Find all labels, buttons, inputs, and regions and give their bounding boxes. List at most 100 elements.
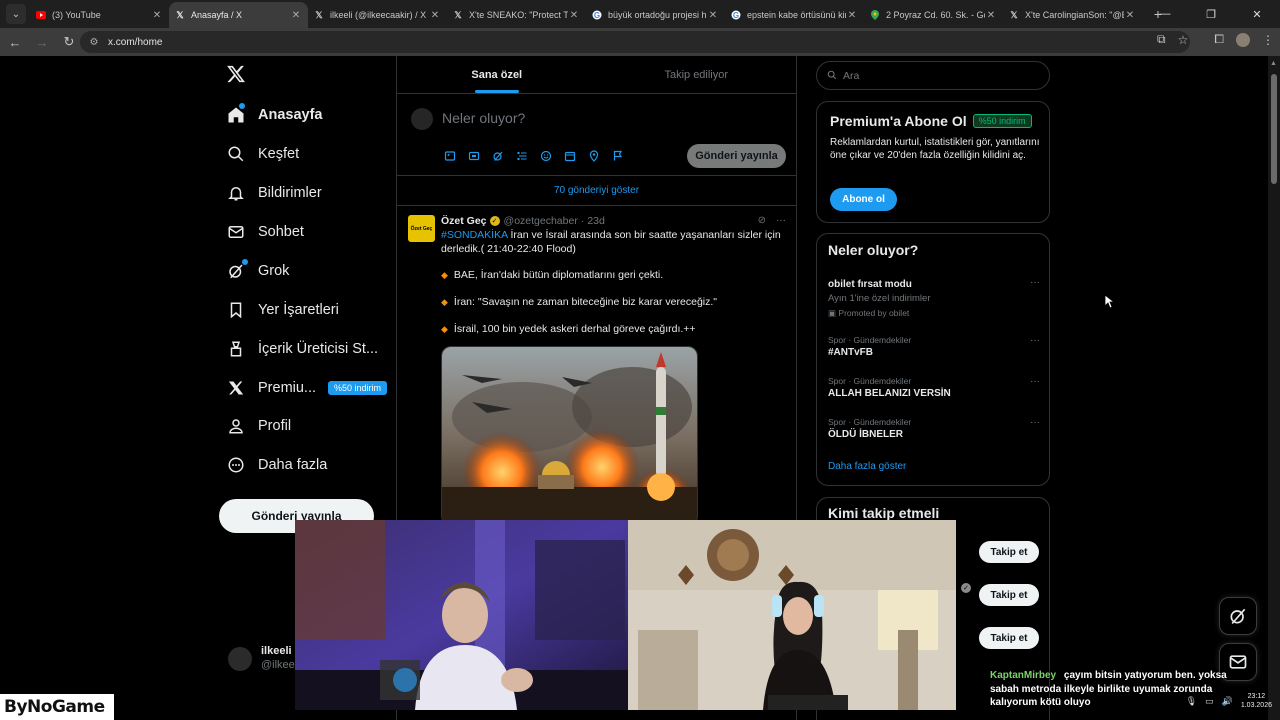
nav-item-premium[interactable]: Premiu... %50 indirim — [226, 371, 388, 405]
nav-item-notifications[interactable]: Bildirimler — [226, 176, 322, 210]
x-logo-icon[interactable] — [226, 64, 248, 90]
nav-item-more[interactable]: Daha fazla — [226, 448, 327, 482]
address-bar[interactable]: ⚙ x.com/home — [80, 31, 1190, 53]
tab-title: ilkeeli (@ilkeecaakir) / X — [330, 10, 427, 20]
browser-tab-strip: ⌄ (3) YouTube ✕ 𝕏 Anasayfa / X ✕ 𝕏 ilkee… — [0, 0, 1280, 28]
browser-tab-x-home[interactable]: 𝕏 Anasayfa / X ✕ — [169, 2, 308, 28]
reload-icon[interactable]: ↻ — [57, 30, 81, 54]
close-icon[interactable]: ✕ — [290, 10, 302, 21]
nav-item-explore[interactable]: Keşfet — [226, 137, 299, 171]
display-icon[interactable]: ▭ — [1205, 696, 1214, 707]
poll-icon[interactable] — [514, 148, 529, 163]
scroll-up-icon[interactable]: ▲ — [1270, 60, 1277, 67]
nav-item-grok[interactable]: Grok — [226, 254, 289, 288]
extensions-icon[interactable]: ⧠ — [1214, 32, 1224, 47]
tweet-bullet: ◆ İran: "Savaşın ne zaman biteceğine biz… — [441, 296, 717, 308]
close-icon[interactable]: ✕ — [985, 10, 997, 21]
subscribe-button[interactable]: Abone ol — [830, 188, 897, 211]
tweet-time[interactable]: 23d — [587, 215, 605, 227]
x-logo-icon: 𝕏 — [176, 9, 184, 20]
trend-item[interactable]: Spor · Gündemdekiler ÖLDÜ İBNELER ··· — [828, 417, 1040, 440]
trend-item[interactable]: Spor · Gündemdekiler #ANTvFB ··· — [828, 335, 1040, 358]
tab-search-button[interactable]: ⌄ — [6, 4, 26, 24]
follow-button[interactable]: Takip et — [979, 584, 1039, 606]
more-options-icon[interactable]: ··· — [1030, 277, 1040, 288]
location-icon[interactable] — [586, 148, 601, 163]
more-circle-icon — [226, 455, 246, 475]
tweet-author[interactable]: Özet Geç — [441, 215, 487, 227]
compose-post-button[interactable]: Gönderi yayınla — [687, 144, 786, 168]
close-icon[interactable]: ✕ — [151, 10, 163, 21]
nav-item-creator-studio[interactable]: İçerik Üreticisi St... — [226, 332, 378, 366]
restore-icon[interactable]: ❐ — [1188, 0, 1234, 28]
compose-input[interactable]: Neler oluyor? — [442, 110, 525, 126]
grok-floating-button[interactable] — [1219, 597, 1257, 635]
orange-diamond-icon: ◆ — [441, 269, 448, 280]
taskbar-clock[interactable]: 23:12 1.03.2026 — [1241, 692, 1272, 710]
trends-card: Neler oluyor? obilet fırsat modu Ayın 1'… — [816, 233, 1050, 486]
close-window-icon[interactable]: ✕ — [1234, 0, 1280, 28]
orange-diamond-icon: ◆ — [441, 323, 448, 334]
profile-icon — [226, 416, 246, 436]
install-app-icon[interactable]: ⧉ — [1157, 32, 1166, 47]
follow-button[interactable]: Takip et — [979, 627, 1039, 649]
more-options-icon[interactable]: ··· — [1030, 376, 1040, 387]
nav-item-profile[interactable]: Profil — [226, 409, 291, 443]
page-scrollbar[interactable]: ▲ — [1268, 56, 1280, 720]
flag-icon[interactable] — [610, 148, 625, 163]
nav-item-bookmarks[interactable]: Yer İşaretleri — [226, 293, 339, 327]
show-more-trends-link[interactable]: Daha fazla göster — [828, 461, 906, 472]
browser-tab-maps[interactable]: 2 Poyraz Cd. 60. Sk. - Goo ✕ — [864, 2, 1003, 28]
tweet-image[interactable] — [441, 346, 698, 526]
close-icon[interactable]: ✕ — [568, 10, 580, 21]
trend-name: obilet fırsat modu — [828, 279, 912, 290]
close-icon[interactable]: ✕ — [1124, 10, 1136, 21]
more-options-icon[interactable]: ··· — [1030, 417, 1040, 428]
volume-icon[interactable]: 🔊 — [1222, 696, 1233, 707]
nav-item-home[interactable]: Anasayfa — [226, 98, 322, 132]
search-input[interactable]: Ara — [816, 61, 1050, 90]
image-icon[interactable] — [442, 148, 457, 163]
hashtag-link[interactable]: #SONDAKİKA — [441, 229, 508, 241]
close-icon[interactable]: ✕ — [429, 10, 441, 21]
menu-kebab-icon[interactable]: ⋮ — [1262, 33, 1274, 47]
forward-arrow-icon[interactable]: → — [30, 30, 54, 54]
back-arrow-icon[interactable]: ← — [3, 30, 27, 54]
browser-tab-x-sneako[interactable]: 𝕏 X'te SNEAKO: "Protect Tu ✕ — [447, 2, 586, 28]
grok-icon[interactable] — [490, 148, 505, 163]
follow-button[interactable]: Takip et — [979, 541, 1039, 563]
tab-following[interactable]: Takip ediliyor — [597, 56, 797, 93]
promoted-label: ▣ Promoted by obilet — [828, 308, 1040, 319]
browser-tab-youtube[interactable]: (3) YouTube ✕ — [30, 2, 169, 28]
grok-icon[interactable]: ⊘ — [758, 215, 766, 226]
schedule-icon[interactable] — [562, 148, 577, 163]
more-options-icon[interactable]: ··· — [776, 215, 786, 226]
more-options-icon[interactable]: ··· — [1030, 335, 1040, 346]
scrollbar-thumb[interactable] — [1271, 74, 1277, 184]
site-info-icon[interactable]: ⚙ — [88, 36, 100, 48]
nav-item-label: Sohbet — [258, 224, 304, 240]
tweet-bullet: ◆ İsrail, 100 bin yedek askeri derhal gö… — [441, 323, 696, 335]
tweet-avatar[interactable]: Özet Geç — [408, 215, 435, 242]
browser-tab-x-profile[interactable]: 𝕏 ilkeeli (@ilkeecaakir) / X ✕ — [308, 2, 447, 28]
profile-avatar[interactable] — [1236, 32, 1250, 47]
microphone-icon[interactable]: 🎙 — [1186, 696, 1197, 707]
close-icon[interactable]: ✕ — [707, 10, 719, 21]
emoji-icon[interactable] — [538, 148, 553, 163]
minimize-icon[interactable]: — — [1142, 0, 1188, 28]
tweet-handle[interactable]: @ozetgechaber — [504, 215, 578, 227]
trend-item[interactable]: Spor · Gündemdekiler ALLAH BELANIZI VERS… — [828, 376, 1040, 399]
browser-tab-google-2[interactable]: G epstein kabe örtüsünü kin ✕ — [725, 2, 864, 28]
show-new-posts-link[interactable]: 70 gönderiyi göster — [397, 176, 796, 206]
trend-name: #ANTvFB — [828, 347, 874, 358]
browser-tab-x-carolingian[interactable]: 𝕏 X'te CarolingianSon: "@El ✕ — [1003, 2, 1142, 28]
tweet-bullet: ◆ BAE, İran'daki bütün diplomatlarını ge… — [441, 269, 663, 281]
nav-item-chat[interactable]: Sohbet — [226, 215, 304, 249]
close-icon[interactable]: ✕ — [846, 10, 858, 21]
gif-icon[interactable] — [466, 148, 481, 163]
x-logo-icon: 𝕏 — [454, 9, 462, 20]
bookmark-star-icon[interactable]: ☆ — [1178, 33, 1189, 47]
browser-tab-google-1[interactable]: G büyük ortadoğu projesi h ✕ — [586, 2, 725, 28]
tab-for-you[interactable]: Sana özel — [397, 56, 597, 93]
trend-item-promoted[interactable]: obilet fırsat modu Ayın 1'ine özel indir… — [828, 277, 1040, 319]
